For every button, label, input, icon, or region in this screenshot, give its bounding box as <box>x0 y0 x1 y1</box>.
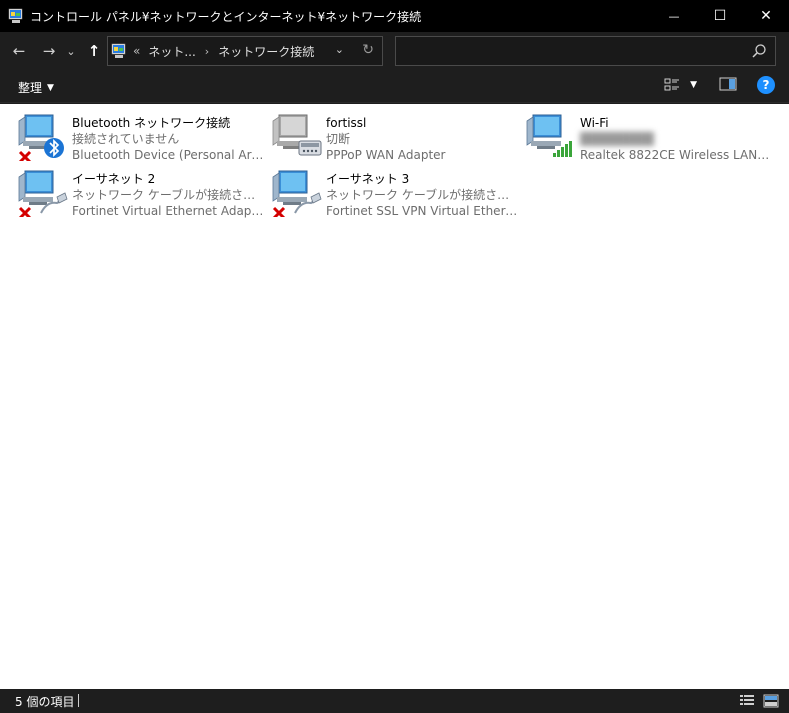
connection-device: Fortinet Virtual Ethernet Adapter (... <box>72 204 264 218</box>
preview-pane-icon <box>719 77 737 90</box>
up-arrow-icon: ↑ <box>87 42 101 60</box>
breadcrumb-network[interactable]: ネット... <box>148 43 195 60</box>
connection-tile-fortissl[interactable]: fortissl 切断 PPPoP WAN Adapter <box>271 111 519 165</box>
search-box[interactable] <box>395 36 776 66</box>
minimize-icon: — <box>668 9 680 23</box>
status-divider <box>78 694 79 707</box>
organize-label: 整理 <box>18 81 43 95</box>
connection-device: Realtek 8822CE Wireless LAN 802.... <box>580 148 772 162</box>
connection-tile-bluetooth[interactable]: Bluetooth ネットワーク接続 接続されていません Bluetooth D… <box>17 111 265 165</box>
maximize-icon: ☐ <box>713 8 727 24</box>
disconnected-x-icon <box>18 150 32 164</box>
view-caret-icon: ▼ <box>690 80 697 90</box>
forward-button[interactable]: → <box>38 40 60 62</box>
search-input[interactable] <box>402 42 742 60</box>
connection-name: Wi-Fi <box>580 116 609 130</box>
connection-tile-ethernet-2[interactable]: イーサネット 2 ネットワーク ケーブルが接続されていま... Fortinet… <box>17 167 265 221</box>
close-button[interactable]: ✕ <box>743 0 789 32</box>
close-icon: ✕ <box>760 8 772 24</box>
title-bar: コントロール パネル¥ネットワークとインターネット¥ネットワーク接続 — ☐ ✕ <box>0 0 789 32</box>
control-panel-icon <box>8 8 24 24</box>
back-arrow-icon: ← <box>12 42 26 60</box>
back-button[interactable]: ← <box>8 40 30 62</box>
dialup-modem-icon <box>271 111 323 161</box>
recent-locations-button[interactable]: ⌄ <box>63 40 79 62</box>
address-dropdown-icon[interactable]: ⌄ <box>335 43 344 56</box>
maximize-button[interactable]: ☐ <box>697 0 743 32</box>
bluetooth-adapter-icon <box>17 111 69 164</box>
tiles-view-toggle[interactable] <box>763 693 779 712</box>
details-view-icon <box>740 695 754 705</box>
connection-name: fortissl <box>326 116 367 130</box>
item-count: 5 個の項目 <box>15 695 75 709</box>
details-view-toggle[interactable] <box>739 693 755 712</box>
connections-view[interactable]: Bluetooth ネットワーク接続 接続されていません Bluetooth D… <box>0 104 789 689</box>
connection-status: ネットワーク ケーブルが接続されていま... <box>72 188 264 202</box>
up-button[interactable]: ↑ <box>83 40 105 62</box>
view-options-button[interactable]: ▼ <box>664 77 697 93</box>
breadcrumb-separator[interactable]: › <box>205 45 209 58</box>
minimize-button[interactable]: — <box>651 0 697 32</box>
search-icon[interactable] <box>751 43 767 59</box>
help-icon: ? <box>762 78 770 92</box>
organize-button[interactable]: 整理 ▼ <box>18 79 54 96</box>
connection-device: Bluetooth Device (Personal Area ... <box>72 148 264 162</box>
connection-status: ████████ <box>580 132 654 146</box>
preview-pane-button[interactable] <box>719 77 737 94</box>
refresh-icon[interactable]: ↻ <box>362 42 374 58</box>
caret-down-icon: ▼ <box>47 82 54 93</box>
control-panel-icon <box>111 43 127 59</box>
breadcrumb-network-connections[interactable]: ネットワーク接続 <box>218 43 314 60</box>
command-bar: 整理 ▼ ▼ ? <box>0 70 789 103</box>
disconnected-x-icon <box>272 206 286 220</box>
connection-name: イーサネット 2 <box>72 172 156 186</box>
disconnected-x-icon <box>18 206 32 220</box>
ethernet-cable-icon <box>271 167 323 220</box>
status-bar: 5 個の項目 <box>0 689 789 713</box>
ethernet-cable-icon <box>17 167 69 220</box>
connection-status: 接続されていません <box>72 132 180 146</box>
connection-device: PPPoP WAN Adapter <box>326 148 446 162</box>
chevron-down-icon: ⌄ <box>66 44 76 58</box>
connection-name: イーサネット 3 <box>326 172 410 186</box>
window-title: コントロール パネル¥ネットワークとインターネット¥ネットワーク接続 <box>30 9 422 24</box>
details-view-icon <box>664 78 680 91</box>
connection-tile-ethernet-3[interactable]: イーサネット 3 ネットワーク ケーブルが接続されていま... Fortinet… <box>271 167 519 221</box>
breadcrumb-overflow[interactable]: « <box>133 44 140 58</box>
connection-name: Bluetooth ネットワーク接続 <box>72 116 231 130</box>
help-button[interactable]: ? <box>757 76 775 94</box>
navigation-bar: ← → ⌄ ↑ « ネット... › ネットワーク接続 ⌄ ↻ <box>0 32 789 70</box>
connection-device: Fortinet SSL VPN Virtual Ethernet ... <box>326 204 518 218</box>
connection-status: ネットワーク ケーブルが接続されていま... <box>326 188 518 202</box>
connection-status: 切断 <box>326 132 351 146</box>
forward-arrow-icon: → <box>42 42 56 60</box>
address-bar[interactable]: « ネット... › ネットワーク接続 ⌄ ↻ <box>107 36 383 66</box>
wifi-signal-icon <box>525 111 577 161</box>
connection-tile-wifi[interactable]: Wi-Fi ████████ Realtek 8822CE Wireless L… <box>525 111 773 165</box>
tiles-view-icon <box>763 694 779 708</box>
